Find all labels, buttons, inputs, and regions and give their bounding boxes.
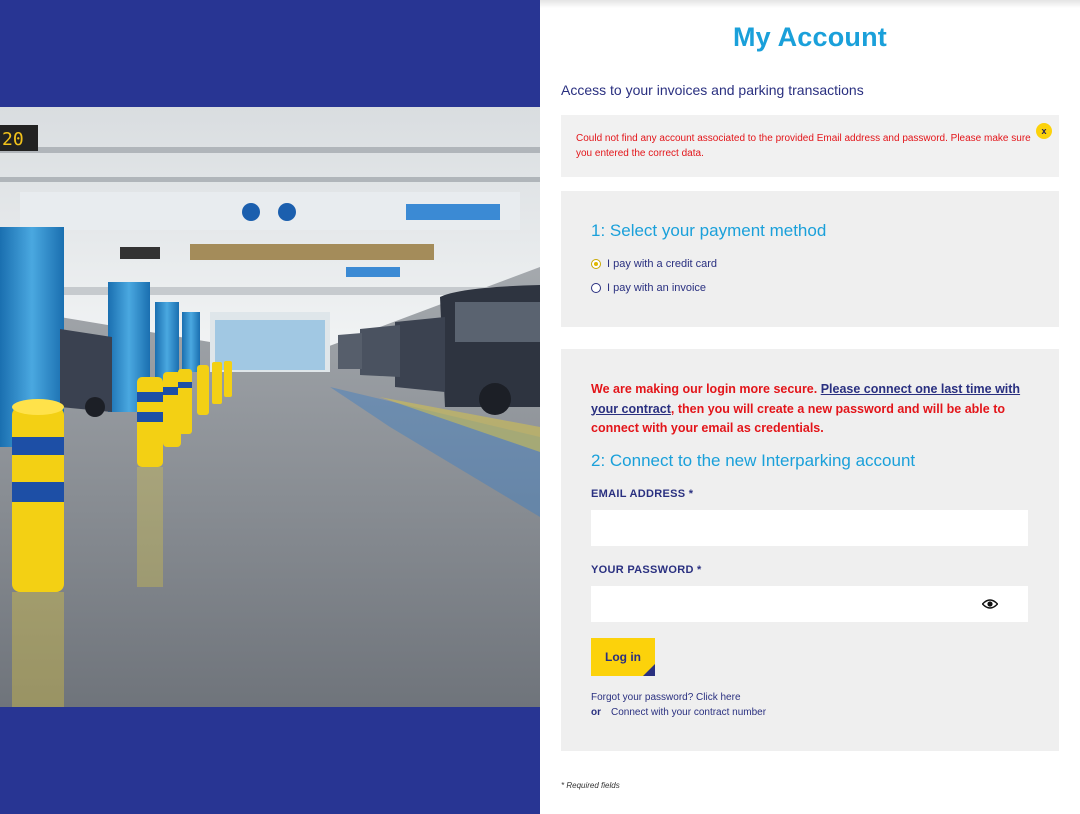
parking-garage-photo: 20 (0, 107, 540, 707)
top-shadow (540, 0, 1080, 8)
password-label: YOUR PASSWORD * (591, 564, 702, 576)
forgot-password-link[interactable]: Forgot your password? Click here (591, 692, 741, 703)
security-notice: We are making our login more secure. Ple… (591, 380, 1021, 439)
contract-number-link[interactable]: Connect with your contract number (611, 707, 766, 718)
page-title: My Account (732, 22, 887, 52)
radio-credit-card[interactable]: I pay with a credit card (591, 258, 717, 270)
close-icon[interactable]: x (1036, 123, 1052, 139)
login-section-title: 2: Connect to the new Interparking accou… (591, 451, 916, 470)
error-alert: Could not find any account associated to… (561, 115, 1059, 177)
login-button[interactable]: Log in (591, 638, 655, 676)
contract-login-row: or Connect with your contract number (591, 707, 766, 718)
page-subtitle: Access to your invoices and parking tran… (561, 82, 864, 98)
email-field[interactable] (591, 510, 1028, 546)
email-label: EMAIL ADDRESS * (591, 488, 694, 500)
svg-text:20: 20 (2, 129, 24, 150)
notice-text-start: We are making our login more secure. (591, 382, 821, 396)
payment-method-section: 1: Select your payment method I pay with… (561, 191, 1059, 327)
radio-invoice-indicator[interactable] (591, 283, 601, 293)
required-fields-note: * Required fields (561, 781, 620, 790)
brand-panel: 20 (0, 0, 540, 814)
password-field[interactable] (591, 586, 1028, 622)
error-message: Could not find any account associated to… (576, 133, 1031, 159)
payment-section-title: 1: Select your payment method (591, 221, 827, 240)
login-button-label: Log in (605, 650, 641, 664)
button-corner-accent (643, 664, 655, 676)
radio-credit-card-label: I pay with a credit card (607, 258, 718, 270)
radio-credit-card-indicator[interactable] (591, 259, 601, 269)
login-section: We are making our login more secure. Ple… (561, 349, 1059, 751)
radio-invoice[interactable]: I pay with an invoice (591, 282, 706, 294)
account-panel: My Account Access to your invoices and p… (540, 0, 1080, 814)
eye-icon[interactable] (982, 599, 998, 609)
radio-invoice-label: I pay with an invoice (607, 282, 707, 294)
or-separator: or (591, 707, 601, 718)
